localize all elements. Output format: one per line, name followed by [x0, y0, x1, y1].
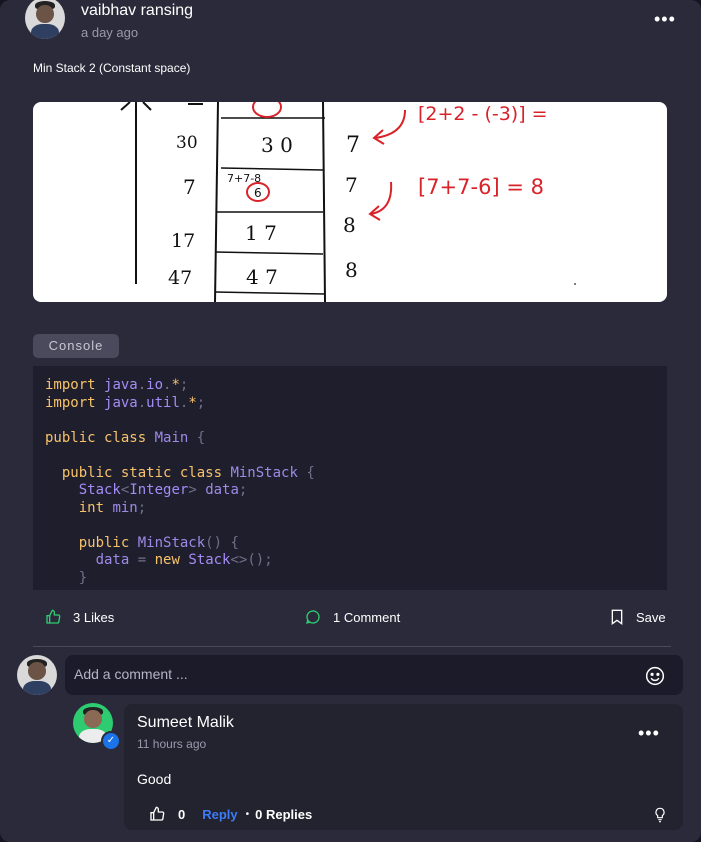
- comment-placeholder: Add a comment ...: [74, 666, 188, 682]
- comment-text: Good: [137, 771, 172, 787]
- post-text: Min Stack 2 (Constant space): [33, 61, 191, 75]
- stack-value: 4 7: [246, 265, 278, 289]
- left-value: 30: [176, 133, 198, 153]
- min-value: 7: [346, 133, 360, 158]
- like-button[interactable]: 3 Likes: [45, 609, 114, 625]
- code-block[interactable]: import java.io.*; import java.util.*; pu…: [33, 366, 667, 590]
- comments-count: 1 Comment: [333, 609, 401, 625]
- stack-value: 3 0: [261, 133, 293, 157]
- more-dots-icon[interactable]: •••: [654, 10, 676, 28]
- comment-card: Sumeet Malik 11 hours ago ••• Good 0 Rep…: [124, 704, 683, 830]
- save-label: Save: [636, 609, 666, 625]
- separator-dot: •: [245, 808, 250, 820]
- left-value: 7: [183, 175, 196, 199]
- comment-like-icon[interactable]: [149, 806, 165, 822]
- stack-value: 1 7: [245, 221, 277, 245]
- post-image[interactable]: 30 7 17 47 3 0 7+7-8 6 1 7 4 7 7 7 8 8 […: [33, 102, 667, 302]
- comment-more-dots-icon[interactable]: •••: [638, 724, 660, 742]
- console-button[interactable]: Console: [33, 334, 119, 358]
- emoji-icon[interactable]: [645, 666, 665, 686]
- save-button[interactable]: Save: [610, 609, 666, 625]
- min-value: 8: [343, 213, 356, 237]
- comment-time: 11 hours ago: [137, 737, 207, 751]
- comment-input[interactable]: Add a comment ...: [65, 655, 683, 695]
- verified-check-icon: ✓: [101, 731, 121, 751]
- commenter-name[interactable]: Sumeet Malik: [137, 714, 234, 732]
- thumbs-up-icon: [46, 609, 61, 624]
- author-avatar[interactable]: [25, 0, 65, 39]
- author-name[interactable]: vaibhav ransing: [81, 2, 193, 20]
- left-value: 47: [168, 267, 192, 289]
- comment-button[interactable]: 1 Comment: [305, 609, 400, 625]
- divider: [33, 646, 671, 647]
- min-value: 8: [345, 258, 358, 282]
- post-time: a day ago: [81, 25, 139, 40]
- reply-button[interactable]: Reply: [202, 807, 237, 822]
- chat-bubble-icon: [306, 610, 320, 624]
- post-card: vaibhav ransing a day ago ••• Min Stack …: [0, 0, 701, 842]
- replies-count[interactable]: 0 Replies: [255, 807, 312, 822]
- comment-like-count: 0: [178, 806, 186, 822]
- bookmark-icon: [611, 609, 623, 625]
- formula-top: [2+2 - (-3)] =: [418, 103, 548, 125]
- stack-value: 6: [254, 186, 262, 200]
- min-value: 7: [345, 173, 358, 197]
- formula-mid: [7+7-6] = 8: [418, 175, 544, 199]
- lightbulb-icon[interactable]: [654, 807, 666, 823]
- current-user-avatar[interactable]: [17, 655, 57, 695]
- left-value: 17: [171, 230, 195, 252]
- likes-count: 3 Likes: [73, 609, 115, 625]
- min-stack-drawing: 30 7 17 47 3 0 7+7-8 6 1 7 4 7 7 7 8 8 […: [120, 102, 576, 302]
- code-content: import java.io.*; import java.util.*; pu…: [45, 377, 315, 586]
